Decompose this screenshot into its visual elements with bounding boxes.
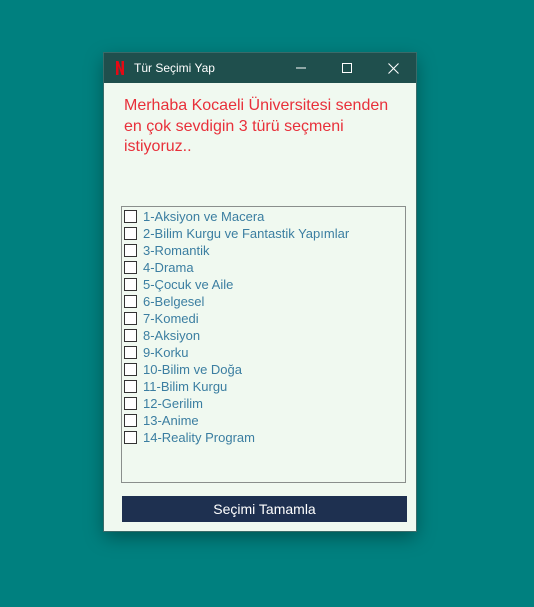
genre-label: 4-Drama (143, 260, 194, 275)
minimize-icon (296, 67, 306, 69)
genre-item[interactable]: 3-Romantik (124, 242, 209, 259)
genre-label: 3-Romantik (143, 243, 210, 258)
genre-item[interactable]: 2-Bilim Kurgu ve Fantastik Yapımlar (124, 225, 349, 242)
genre-item[interactable]: 12-Gerilim (124, 395, 203, 412)
genre-item[interactable]: 14-Reality Program (124, 429, 255, 446)
genre-checkbox[interactable] (124, 261, 137, 274)
maximize-icon (342, 63, 352, 73)
genre-checkbox[interactable] (124, 431, 137, 444)
genre-item[interactable]: 8-Aksiyon (124, 327, 200, 344)
genre-checkbox[interactable] (124, 363, 137, 376)
complete-selection-button[interactable]: Seçimi Tamamla (122, 496, 407, 522)
genre-checkbox[interactable] (124, 244, 137, 257)
genre-checkbox[interactable] (124, 312, 137, 325)
genre-label: 13-Anime (143, 413, 199, 428)
close-button[interactable] (370, 53, 416, 83)
genre-checkbox[interactable] (124, 210, 137, 223)
genre-label: 7-Komedi (143, 311, 199, 326)
title-bar[interactable]: Tür Seçimi Yap (104, 53, 416, 83)
genre-item[interactable]: 13-Anime (124, 412, 199, 429)
genre-item[interactable]: 9-Korku (124, 344, 189, 361)
genre-checkbox[interactable] (124, 295, 137, 308)
genre-checkbox[interactable] (124, 329, 137, 342)
genre-label: 1-Aksiyon ve Macera (143, 209, 265, 224)
genre-label: 10-Bilim ve Doğa (143, 362, 242, 377)
genre-item[interactable]: 11-Bilim Kurgu (124, 378, 227, 395)
genre-item[interactable]: 10-Bilim ve Doğa (124, 361, 242, 378)
netflix-n-icon (114, 61, 126, 75)
genre-checkbox[interactable] (124, 414, 137, 427)
genre-item[interactable]: 6-Belgesel (124, 293, 204, 310)
genre-label: 11-Bilim Kurgu (143, 379, 228, 394)
genre-checkbox[interactable] (124, 380, 137, 393)
minimize-button[interactable] (278, 53, 324, 83)
genre-selection-window: Tür Seçimi Yap Merhaba Kocaeli Üniversit… (104, 53, 416, 531)
genre-label: 9-Korku (143, 345, 189, 360)
genre-checklist[interactable]: 1-Aksiyon ve Macera 2-Bilim Kurgu ve Fant… (121, 206, 406, 483)
genre-checkbox[interactable] (124, 227, 137, 240)
genre-label: 6-Belgesel (143, 294, 205, 309)
genre-checkbox[interactable] (124, 346, 137, 359)
genre-item[interactable]: 4-Drama (124, 259, 194, 276)
greeting-message: Merhaba Kocaeli Üniversitesi senden en ç… (124, 97, 389, 155)
genre-label: 12-Gerilim (143, 396, 203, 411)
genre-label: 14-Reality Program (143, 430, 255, 445)
genre-checkbox[interactable] (124, 278, 137, 291)
genre-label: 2-Bilim Kurgu ve Fantastik Yapımlar (143, 226, 350, 241)
genre-checkbox[interactable] (124, 397, 137, 410)
genre-item[interactable]: 7-Komedi (124, 310, 199, 327)
maximize-button[interactable] (324, 53, 370, 83)
close-icon (387, 62, 399, 74)
genre-label: 5-Çocuk ve Aile (143, 277, 234, 292)
genre-item[interactable]: 5-Çocuk ve Aile (124, 276, 233, 293)
window-title: Tür Seçimi Yap (134, 61, 215, 75)
genre-label: 8-Aksiyon (143, 328, 201, 343)
genre-item[interactable]: 1-Aksiyon ve Macera (124, 208, 264, 225)
